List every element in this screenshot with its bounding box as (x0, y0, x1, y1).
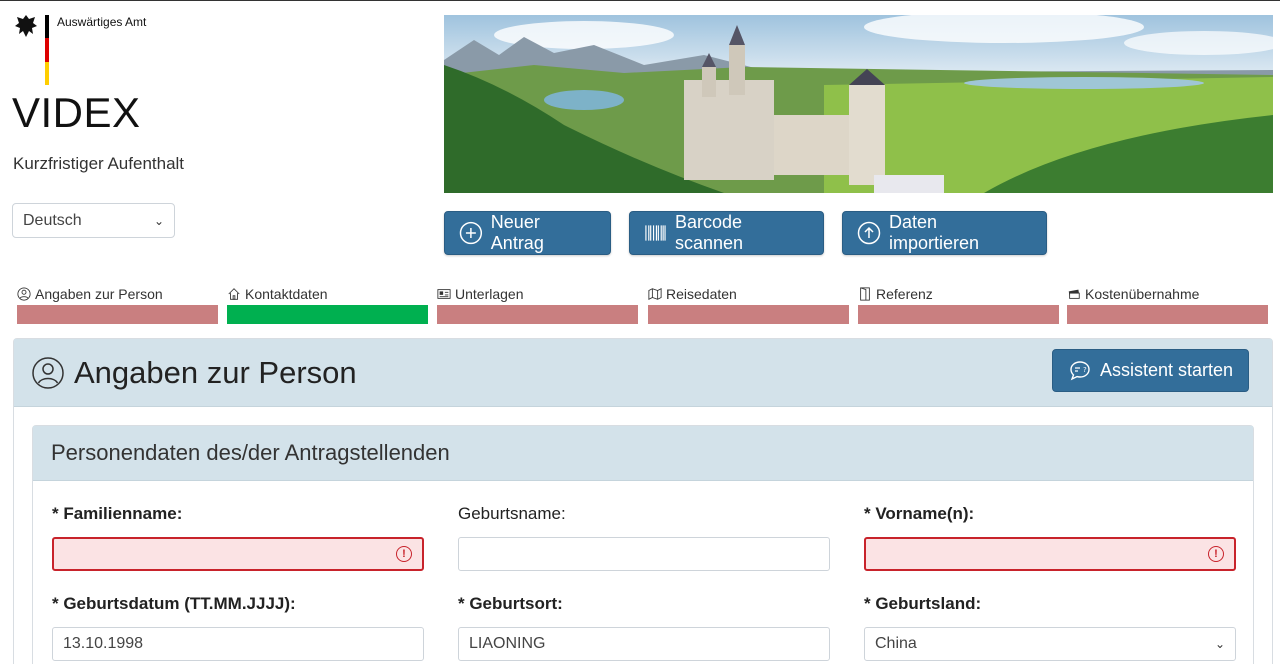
import-data-button[interactable]: Daten importieren (842, 211, 1047, 255)
eagle-emblem-icon (15, 15, 37, 37)
import-data-label: Daten importieren (888, 212, 980, 253)
step-angaben-zur-person[interactable]: Angaben zur Person (17, 285, 218, 324)
step-label: Kostenübernahme (1085, 286, 1200, 302)
new-application-button[interactable]: Neuer Antrag (444, 211, 611, 255)
scan-barcode-button[interactable]: Barcode scannen (629, 211, 824, 255)
upload-circle-icon (857, 221, 881, 245)
error-icon: ! (396, 546, 412, 562)
subsection-title: Personendaten des/der Antragstellenden (33, 426, 1253, 481)
org-name: Auswärtiges Amt (57, 15, 147, 29)
step-reisedaten[interactable]: Reisedaten (648, 285, 849, 324)
step-progress-bar (648, 305, 849, 324)
geburtsort-label: * Geburtsort: (458, 594, 563, 613)
new-application-label: Neuer Antrag (490, 212, 544, 253)
app-title: VIDEX (12, 89, 141, 136)
step-label: Kontaktdaten (245, 286, 328, 302)
money-icon (1068, 289, 1080, 299)
start-assistant-button[interactable]: ? Assistent starten (1051, 349, 1249, 392)
geburtsland-select[interactable]: China ⌄ (864, 627, 1236, 661)
section-title: Angaben zur Person (74, 354, 357, 390)
step-progress-bar (437, 305, 638, 324)
hero-castle-image (444, 15, 1273, 193)
geburtsland-label: * Geburtsland: (864, 594, 982, 613)
personal-data-subcard: Personendaten des/der Antragstellenden *… (32, 425, 1254, 664)
house-icon (228, 288, 240, 300)
person-section-card: Angaben zur Person ? Assistent starten P… (13, 338, 1273, 664)
familienname-label: * Familienname: (52, 504, 183, 523)
person-icon (17, 287, 31, 301)
step-progress-bar (858, 305, 1059, 324)
geburtsdatum-input[interactable]: 13.10.1998 (52, 627, 424, 661)
map-icon (648, 288, 662, 300)
app-subtitle: Kurzfristiger Aufenthalt (13, 154, 185, 173)
step-label: Angaben zur Person (35, 286, 163, 302)
step-unterlagen[interactable]: Unterlagen (437, 285, 638, 324)
vorname-field: * Vorname(n): ! (864, 504, 1236, 571)
svg-text:?: ? (1083, 366, 1087, 374)
step-label: Referenz (876, 286, 933, 302)
scan-barcode-label: Barcode scannen (674, 212, 744, 253)
german-flag (45, 15, 49, 85)
geburtsort-input[interactable]: LIAONING (458, 627, 830, 661)
step-label: Reisedaten (666, 286, 737, 302)
familienname-input[interactable]: ! (52, 537, 424, 571)
step-label: Unterlagen (455, 286, 524, 302)
start-assistant-label: Assistent starten (1099, 360, 1233, 380)
step-referenz[interactable]: Referenz (858, 285, 1059, 324)
step-kostenuebernahme[interactable]: Kostenübernahme (1067, 285, 1268, 324)
vorname-input[interactable]: ! (864, 537, 1236, 571)
language-value: Deutsch (23, 211, 82, 229)
plus-circle-icon (459, 221, 483, 245)
geburtsdatum-label: * Geburtsdatum (TT.MM.JJJJ): (52, 594, 296, 613)
geburtsort-field: * Geburtsort: LIAONING (458, 594, 830, 661)
language-select[interactable]: Deutsch ⌄ (12, 203, 175, 238)
person-circle-icon (32, 356, 64, 389)
geburtsland-field: * Geburtsland: China ⌄ (864, 594, 1236, 661)
step-progress-bar (1067, 305, 1268, 324)
geburtsname-label: Geburtsname: (458, 504, 566, 523)
vorname-label: * Vorname(n): (864, 504, 975, 523)
id-card-icon (437, 289, 451, 299)
door-icon (860, 287, 870, 301)
chat-question-icon: ? (1070, 360, 1090, 380)
step-progress-bar (227, 305, 428, 324)
geburtsname-field: Geburtsname: (458, 504, 830, 571)
chevron-down-icon: ⌄ (153, 213, 164, 228)
geburtsname-input[interactable] (458, 537, 830, 571)
step-progress-bar (17, 305, 218, 324)
error-icon: ! (1208, 546, 1224, 562)
barcode-icon (645, 225, 666, 241)
step-kontaktdaten[interactable]: Kontaktdaten (227, 285, 428, 324)
geburtsdatum-field: * Geburtsdatum (TT.MM.JJJJ): 13.10.1998 (52, 594, 424, 661)
familienname-field: * Familienname: ! (52, 504, 424, 571)
chevron-down-icon: ⌄ (1214, 637, 1225, 651)
